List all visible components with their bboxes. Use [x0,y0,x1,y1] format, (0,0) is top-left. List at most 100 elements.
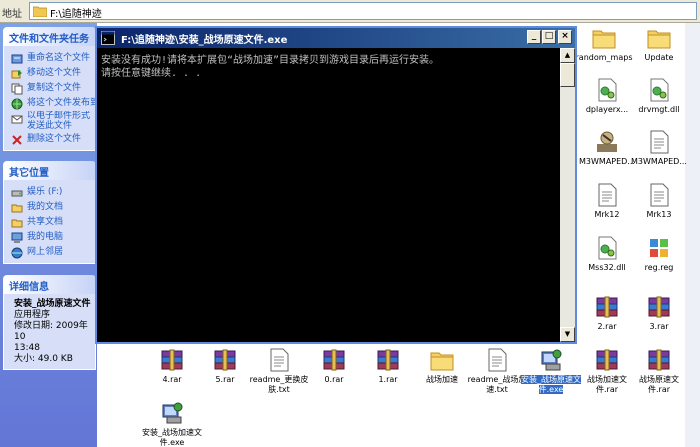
file-item[interactable]: 1.rar [357,348,419,392]
close-button[interactable]: × [558,30,572,44]
folder-icon [592,26,616,50]
address-bar: 地址 F:\追随神迹 [0,0,700,23]
task-link-delete[interactable]: 删除这个文件 [4,132,95,147]
task-link-label: 网上邻居 [27,247,64,257]
file-item[interactable]: 3.rar [628,295,690,339]
file-name: 安装_战场原速文件.exe [521,375,581,394]
task-link-label: 以电子邮件形式发送此文件 [27,111,91,131]
text-file-icon [647,183,671,207]
file-tasks-list: 重命名这个文件 移动这个文件 复制这个文件将这个文件发布到以电子邮件形式发送此文件删… [3,46,96,151]
dll-icon [647,78,671,102]
rar-icon [647,295,671,319]
task-link-drive[interactable]: 娱乐 (F:) [4,185,95,200]
task-link-move[interactable]: 移动这个文件 [4,66,95,81]
file-item[interactable]: 0.rar [303,348,365,392]
file-tasks-title[interactable]: 文件和文件夹任务 [3,27,96,46]
rar-icon [160,348,184,372]
other-places-list: 娱乐 (F:) 我的文档 共享文档 我的电脑网上邻居 [3,180,96,264]
file-item[interactable]: drvmgt.dll [628,78,690,122]
file-name: drvmgt.dll [638,105,680,114]
rar-icon [595,295,619,319]
dll-icon [595,236,619,260]
details-body: 安装_战场原速文件 应用程序 修改日期: 2009年10 13:48 大小: 4… [3,294,96,370]
file-item[interactable]: 安装_战场加速文件.exe [141,401,203,447]
other-places-title[interactable]: 其它位置 [3,161,96,180]
file-name: M3WMAPED... [579,157,635,166]
file-item[interactable]: 5.rar [194,348,256,392]
file-name: reg.reg [644,263,674,272]
scroll-down-button[interactable]: ▼ [560,327,575,342]
map-editor-icon [595,130,619,154]
scroll-thumb[interactable] [560,63,575,87]
console-scrollbar[interactable]: ▲ ▼ [560,48,575,342]
file-name: 战场加速文件.rar [587,375,627,394]
text-file-icon [267,348,291,372]
console-window[interactable]: F:\追随神迹\安装_战场原速文件.exe _ □ × 安装没有成功!请将本扩展… [95,26,577,344]
scroll-up-button[interactable]: ▲ [560,48,575,63]
file-item[interactable]: 安装_战场原速文件.exe [520,348,582,394]
task-pane: 文件和文件夹任务 重命名这个文件 移动这个文件 复制这个文件将这个文件发布到以电子邮… [0,23,97,447]
details-file-name: 安装_战场原速文件 [14,299,91,309]
file-item[interactable]: Update [628,26,690,70]
task-link-network[interactable]: 网上邻居 [4,245,95,260]
minimize-button[interactable]: _ [527,30,541,44]
rar-icon [595,348,619,372]
network-icon [11,247,23,259]
console-output[interactable]: 安装没有成功!请将本扩展包“战场加速”目录拷贝到游戏目录后再运行安装。 请按任意… [97,48,560,342]
rar-icon [647,348,671,372]
text-file-icon [595,183,619,207]
details-title[interactable]: 详细信息 [3,275,96,294]
file-item[interactable]: M3WMAPED... [628,130,690,174]
file-name: 2.rar [597,322,617,331]
task-link-label: 将这个文件发布到 [27,98,95,108]
text-file-icon [485,348,509,372]
console-titlebar[interactable]: F:\追随神迹\安装_战场原速文件.exe _ □ × [97,28,575,48]
file-item[interactable]: random_maps [573,26,635,70]
maximize-button[interactable]: □ [542,30,556,44]
installer-icon [160,401,184,425]
task-link-publish-web[interactable]: 将这个文件发布到 [4,96,95,111]
other-places-box: 其它位置 娱乐 (F:) 我的文档 共享文档 我的电脑网上邻居 [3,161,96,264]
file-item[interactable]: readme_更换皮肤.txt [248,348,310,394]
file-name: M3WMAPED... [631,157,687,166]
folder-icon [33,6,47,17]
folder-icon [647,26,671,50]
task-link-label: 移动这个文件 [27,68,82,78]
file-item[interactable]: 战场原速文件.rar [628,348,690,394]
file-name: dplayerx... [585,105,629,114]
console-title: F:\追随神迹\安装_战场原速文件.exe [121,35,288,46]
rar-icon [213,348,237,372]
file-name: random_maps [575,53,633,62]
task-link-copy[interactable]: 复制这个文件 [4,81,95,96]
file-name: 1.rar [378,375,398,384]
task-link-computer[interactable]: 我的电脑 [4,230,95,245]
task-link-label: 重命名这个文件 [27,53,91,63]
file-item[interactable]: reg.reg [628,236,690,280]
dll-icon [595,78,619,102]
task-link-folder[interactable]: 我的文档 [4,200,95,215]
file-name: Mrk12 [594,210,620,219]
computer-icon [11,232,23,243]
task-link-folder[interactable]: 共享文档 [4,215,95,230]
task-link-email[interactable]: 以电子邮件形式发送此文件 [4,111,95,132]
file-name: Mrk13 [646,210,672,219]
file-name: 3.rar [649,322,669,331]
address-input[interactable]: F:\追随神迹 [29,2,697,20]
file-item[interactable]: readme_战场加速.txt [466,348,528,394]
task-link-label: 删除这个文件 [27,134,82,144]
file-name: 战场原速文件.rar [639,375,679,394]
task-link-rename[interactable]: 重命名这个文件 [4,51,95,66]
move-icon [11,68,23,79]
drive-icon [11,187,23,198]
folder-icon [430,348,454,372]
registry-icon [647,236,671,260]
file-item[interactable]: Mrk13 [628,183,690,227]
file-item[interactable]: 战场加速 [411,348,473,392]
file-name: 0.rar [324,375,344,384]
copy-icon [11,83,23,95]
task-link-label: 复制这个文件 [27,83,82,93]
file-name: 安装_战场加速文件.exe [142,428,202,447]
file-name: readme_战场加速.txt [467,375,527,394]
address-path: F:\追随神迹 [50,9,102,20]
installer-icon [539,348,563,372]
